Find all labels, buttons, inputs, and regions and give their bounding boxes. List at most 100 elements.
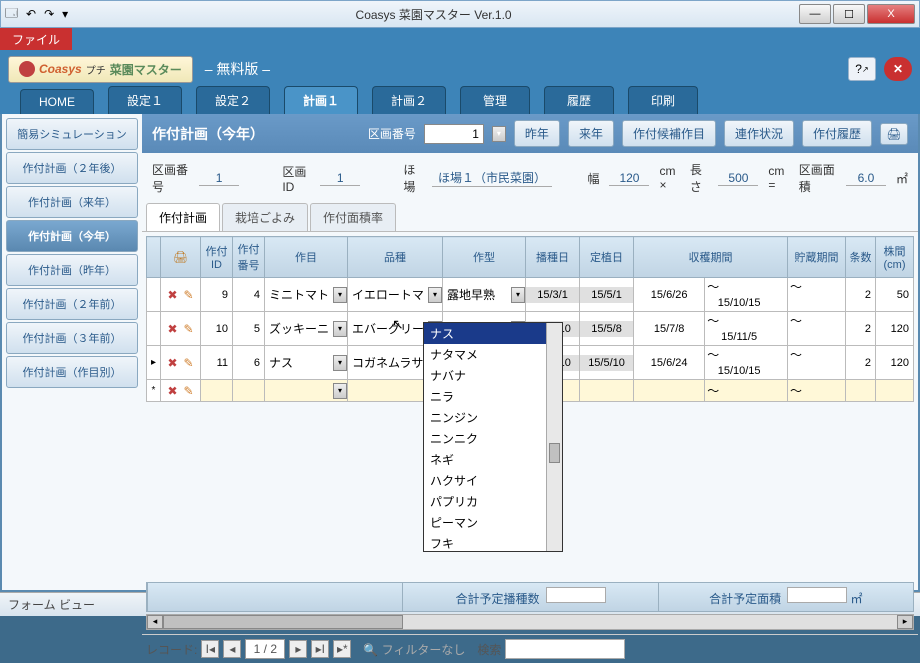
subtab-2[interactable]: 作付面積率 <box>310 203 396 231</box>
rows-cell[interactable] <box>846 355 875 371</box>
dropdown-icon[interactable]: ▾ <box>333 355 347 371</box>
harvest-end-cell[interactable] <box>705 295 773 311</box>
file-menu[interactable]: ファイル <box>0 28 72 50</box>
no-cell[interactable] <box>233 321 264 337</box>
tab-1[interactable]: 設定１ <box>108 86 182 114</box>
sidebar-item-2[interactable]: 作付計画（来年） <box>6 186 138 218</box>
kukaku-stepper[interactable]: ▾ <box>492 126 506 142</box>
delete-icon[interactable]: ✖ <box>166 322 180 336</box>
nav-new-button[interactable]: ▸* <box>333 640 351 658</box>
variety-cell[interactable]: イエロートマ <box>348 284 428 305</box>
delete-icon[interactable]: ✖ <box>166 384 180 398</box>
harvest-end-cell[interactable] <box>705 363 773 379</box>
col-header[interactable]: 条数 <box>846 237 876 278</box>
edit-icon[interactable]: ✎ <box>182 322 196 336</box>
no-cell[interactable] <box>233 355 264 371</box>
plant-cell[interactable] <box>580 355 633 371</box>
dropdown-item[interactable]: ニラ <box>424 386 562 407</box>
nav-last-button[interactable]: ▸I <box>311 640 329 658</box>
minimize-button[interactable]: — <box>799 4 831 24</box>
help-button[interactable]: ?↗ <box>848 57 876 81</box>
tab-7[interactable]: 印刷 <box>628 86 698 114</box>
storage-cell[interactable] <box>788 329 831 345</box>
maximize-button[interactable]: ☐ <box>833 4 865 24</box>
dropdown-icon[interactable]: ▾ <box>333 287 347 303</box>
plant-cell[interactable] <box>580 321 633 337</box>
row-selector[interactable] <box>147 312 161 346</box>
sidebar-item-3[interactable]: 作付計画（今年） <box>6 220 138 252</box>
close-button[interactable]: X <box>867 4 915 24</box>
harvest-start-cell[interactable] <box>634 287 704 303</box>
plant-cell[interactable] <box>580 287 633 303</box>
dropdown-item[interactable]: パプリカ <box>424 491 562 512</box>
tab-3[interactable]: 計画１ <box>284 86 358 114</box>
col-header[interactable]: 品種 <box>348 237 443 278</box>
col-header[interactable]: 播種日 <box>526 237 580 278</box>
sidebar-item-5[interactable]: 作付計画（２年前） <box>6 288 138 320</box>
delete-icon[interactable]: ✖ <box>166 288 180 302</box>
candidate-button[interactable]: 作付候補作目 <box>622 120 716 147</box>
tab-6[interactable]: 履歴 <box>544 86 614 114</box>
edit-icon[interactable]: ✎ <box>182 288 196 302</box>
edit-icon[interactable]: ✎ <box>182 356 196 370</box>
harvest-start-cell[interactable] <box>634 321 704 337</box>
id-cell[interactable] <box>201 321 232 337</box>
dropdown-item[interactable]: ハクサイ <box>424 470 562 491</box>
dropdown-icon[interactable]: ▾ <box>333 383 347 399</box>
dropdown-item[interactable]: ニンニク <box>424 428 562 449</box>
storage-cell[interactable] <box>788 295 831 311</box>
crop-cell[interactable]: ズッキーニ <box>265 318 333 339</box>
history-button[interactable]: 作付履歴 <box>802 120 872 147</box>
nav-next-button[interactable]: ▸ <box>289 640 307 658</box>
search-input[interactable] <box>505 639 625 659</box>
dropdown-item[interactable]: ナバナ <box>424 365 562 386</box>
variety-cell[interactable]: エバーグリー <box>348 318 428 339</box>
tab-2[interactable]: 設定２ <box>196 86 270 114</box>
sidebar-item-0[interactable]: 簡易シミュレーション <box>6 118 138 150</box>
type-cell[interactable]: 露地早熟 <box>443 284 511 305</box>
undo-icon[interactable]: ↶ <box>26 7 36 21</box>
col-header[interactable]: 定植日 <box>580 237 634 278</box>
col-header[interactable] <box>147 237 161 278</box>
tab-5[interactable]: 管理 <box>460 86 530 114</box>
sidebar-item-7[interactable]: 作付計画（作目別） <box>6 356 138 388</box>
sow-cell[interactable] <box>526 287 579 303</box>
subtab-1[interactable]: 栽培ごよみ <box>222 203 308 231</box>
tab-4[interactable]: 計画２ <box>372 86 446 114</box>
kukaku-input[interactable] <box>424 124 484 144</box>
row-selector[interactable] <box>147 278 161 312</box>
col-header[interactable]: 作付ID <box>201 237 233 278</box>
crop-cell[interactable]: ミニトマト <box>265 284 333 305</box>
sidebar-item-1[interactable]: 作付計画（２年後） <box>6 152 138 184</box>
col-header[interactable]: 作目 <box>265 237 348 278</box>
rows-cell[interactable] <box>846 321 875 337</box>
storage-cell[interactable] <box>788 363 831 379</box>
rows-cell[interactable] <box>846 287 875 303</box>
horizontal-scrollbar[interactable]: ◂▸ <box>146 614 914 630</box>
dropdown-item[interactable]: ピーマン <box>424 512 562 533</box>
dropdown-icon[interactable]: ▾ <box>333 321 347 337</box>
crop-dropdown[interactable]: ナスナタマメナバナニラニンジンニンニクネギハクサイパプリカピーマンフキフジマメブ… <box>423 322 563 552</box>
delete-icon[interactable]: ✖ <box>166 356 180 370</box>
dropdown-item[interactable]: ニンジン <box>424 407 562 428</box>
subtab-0[interactable]: 作付計画 <box>146 203 220 231</box>
col-header[interactable]: 🖨 <box>161 237 201 278</box>
spacing-cell[interactable] <box>876 287 913 303</box>
prev-year-button[interactable]: 昨年 <box>514 120 560 147</box>
dropdown-item[interactable]: ナス <box>424 323 562 344</box>
col-header[interactable]: 作付番号 <box>233 237 265 278</box>
edit-icon[interactable]: ✎ <box>182 384 196 398</box>
row-selector[interactable]: * <box>147 380 161 402</box>
dropdown-scrollbar[interactable] <box>546 323 562 551</box>
rotation-button[interactable]: 連作状況 <box>724 120 794 147</box>
id-cell[interactable] <box>201 287 232 303</box>
dropdown-item[interactable]: フキ <box>424 533 562 552</box>
col-header[interactable]: 収穫期間 <box>634 237 788 278</box>
banner-close-button[interactable]: ✕ <box>884 57 912 81</box>
crop-cell[interactable]: ナス <box>265 352 333 373</box>
col-header[interactable]: 貯蔵期間 <box>788 237 846 278</box>
spacing-cell[interactable] <box>876 355 913 371</box>
nav-prev-button[interactable]: ◂ <box>223 640 241 658</box>
variety-cell[interactable]: コガネムラサ <box>348 352 428 373</box>
dropdown-icon[interactable]: ▾ <box>428 287 442 303</box>
